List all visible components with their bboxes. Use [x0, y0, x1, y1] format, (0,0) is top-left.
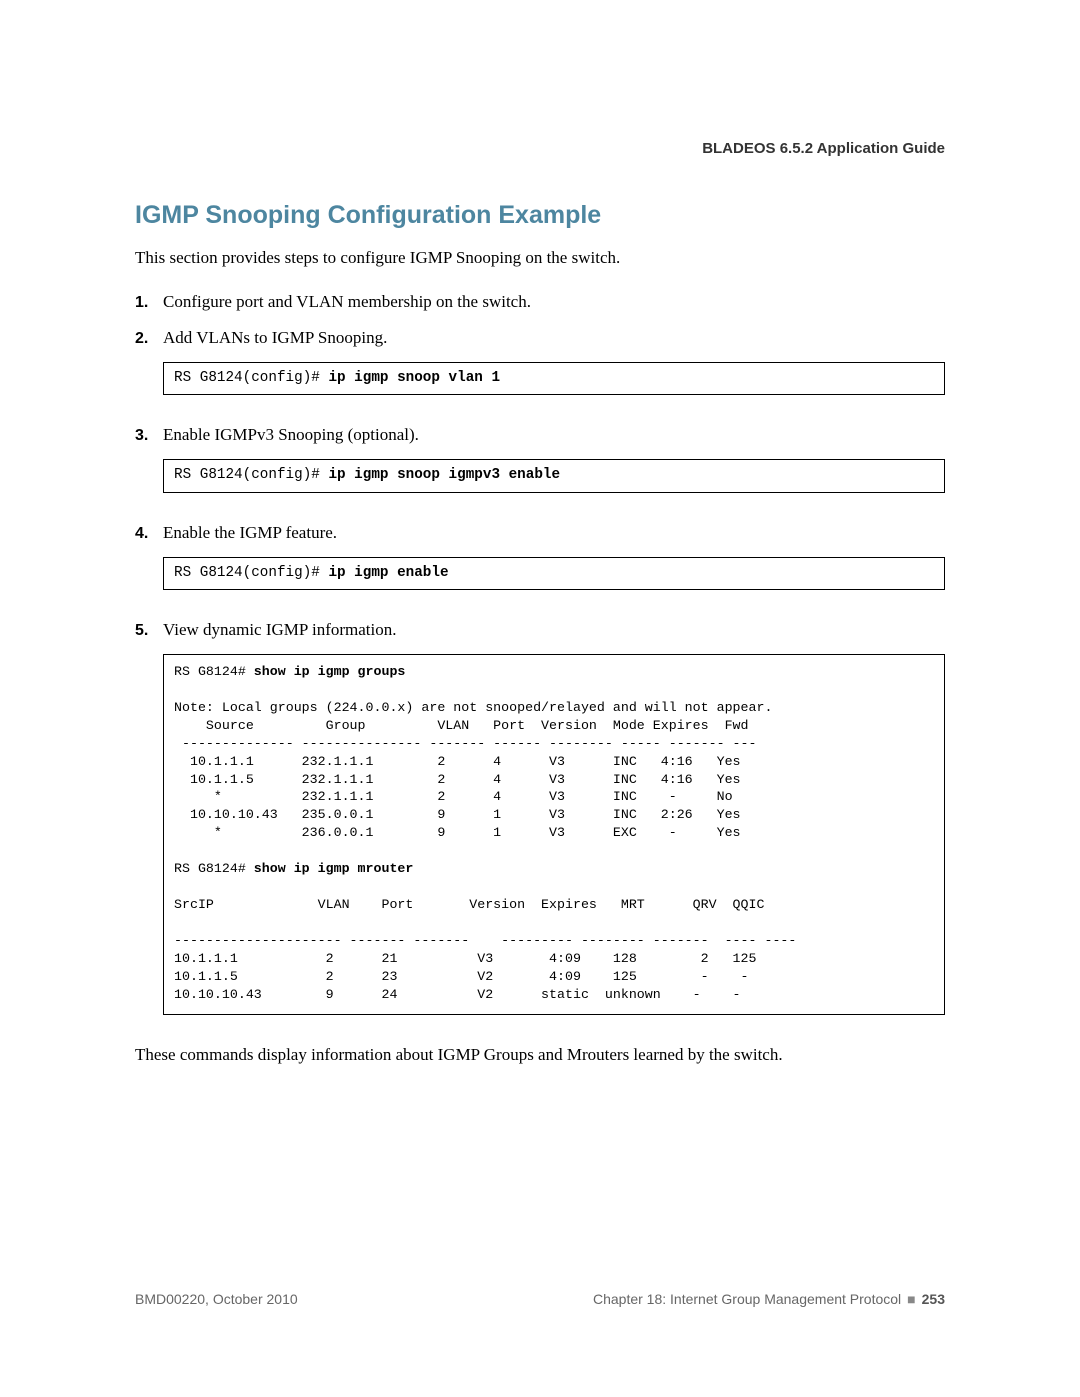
output-row: * 236.0.0.1 9 1 V3 EXC - Yes: [174, 825, 741, 840]
output-row: 10.1.1.5 232.1.1.1 2 4 V3 INC 4:16 Yes: [174, 772, 741, 787]
step-5: 5. View dynamic IGMP information. RS G81…: [135, 620, 945, 1029]
footer-page-number: 253: [922, 1291, 945, 1307]
step-number: 4.: [135, 525, 163, 543]
output-row: 10.1.1.1 232.1.1.1 2 4 V3 INC 4:16 Yes: [174, 754, 741, 769]
step-number: 2.: [135, 330, 163, 348]
trailing-paragraph: These commands display information about…: [135, 1045, 945, 1065]
step-text: Add VLANs to IGMP Snooping.: [163, 328, 945, 348]
output-divider: -------------- --------------- ------- -…: [174, 736, 757, 751]
step-text: View dynamic IGMP information.: [163, 620, 945, 640]
step-3: 3. Enable IGMPv3 Snooping (optional). RS…: [135, 425, 945, 506]
output-header: Source Group VLAN Port Version Mode Expi…: [174, 718, 749, 733]
step-1: 1. Configure port and VLAN membership on…: [135, 292, 945, 312]
code-output-block: RS G8124# show ip igmp groups Note: Loca…: [163, 654, 945, 1015]
cli-command: ip igmp enable: [328, 565, 448, 581]
cli-prompt: RS G8124#: [174, 664, 254, 679]
page-footer: BMD00220, October 2010 Chapter 18: Inter…: [135, 1291, 945, 1307]
footer-right: Chapter 18: Internet Group Management Pr…: [593, 1291, 945, 1307]
output-row: 10.1.1.5 2 23 V2 4:09 125 - -: [174, 969, 749, 984]
step-number: 1.: [135, 294, 163, 312]
step-text: Configure port and VLAN membership on th…: [163, 292, 945, 312]
page: BLADEOS 6.5.2 Application Guide IGMP Sno…: [0, 0, 1080, 1065]
cli-command: show ip igmp mrouter: [254, 861, 414, 876]
section-title: IGMP Snooping Configuration Example: [135, 201, 945, 230]
code-block: RS G8124(config)# ip igmp snoop vlan 1: [163, 362, 945, 395]
step-text: Enable IGMPv3 Snooping (optional).: [163, 425, 945, 445]
section-intro: This section provides steps to configure…: [135, 248, 945, 268]
code-block: RS G8124(config)# ip igmp snoop igmpv3 e…: [163, 459, 945, 492]
cli-prompt: RS G8124#: [174, 861, 254, 876]
cli-command: ip igmp snoop igmpv3 enable: [328, 467, 560, 483]
cli-command: ip igmp snoop vlan 1: [328, 370, 500, 386]
step-number: 5.: [135, 622, 163, 640]
step-number: 3.: [135, 427, 163, 445]
output-divider: --------------------- ------- ------- --…: [174, 933, 796, 948]
steps-list: 1. Configure port and VLAN membership on…: [135, 292, 945, 1029]
output-note: Note: Local groups (224.0.0.x) are not s…: [174, 700, 772, 715]
footer-separator-icon: ■: [907, 1291, 915, 1307]
step-2: 2. Add VLANs to IGMP Snooping. RS G8124(…: [135, 328, 945, 409]
output-row: * 232.1.1.1 2 4 V3 INC - No: [174, 789, 733, 804]
output-row: 10.10.10.43 9 24 V2 static unknown - -: [174, 987, 741, 1002]
running-header: BLADEOS 6.5.2 Application Guide: [135, 140, 945, 157]
output-row: 10.1.1.1 2 21 V3 4:09 128 2 125: [174, 951, 757, 966]
output-header: SrcIP VLAN Port Version Expires MRT QRV …: [174, 897, 764, 912]
footer-left: BMD00220, October 2010: [135, 1291, 298, 1307]
cli-prompt: RS G8124(config)#: [174, 565, 328, 581]
footer-chapter: Chapter 18: Internet Group Management Pr…: [593, 1291, 901, 1307]
cli-command: show ip igmp groups: [254, 664, 406, 679]
cli-prompt: RS G8124(config)#: [174, 467, 328, 483]
step-4: 4. Enable the IGMP feature. RS G8124(con…: [135, 523, 945, 604]
output-row: 10.10.10.43 235.0.0.1 9 1 V3 INC 2:26 Ye…: [174, 807, 741, 822]
cli-prompt: RS G8124(config)#: [174, 370, 328, 386]
code-block: RS G8124(config)# ip igmp enable: [163, 557, 945, 590]
step-text: Enable the IGMP feature.: [163, 523, 945, 543]
